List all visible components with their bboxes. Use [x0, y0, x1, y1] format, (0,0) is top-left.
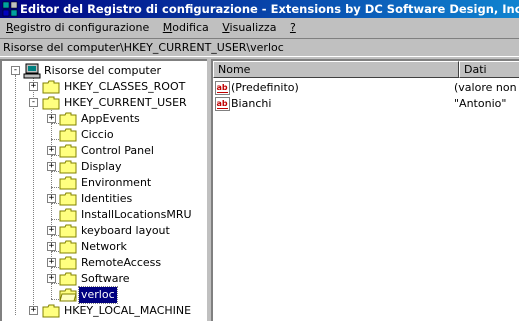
- menu-modifica[interactable]: Modifica: [157, 18, 213, 38]
- open-folder-icon: [59, 288, 77, 302]
- collapse-toggle[interactable]: -: [29, 98, 38, 107]
- value-row[interactable]: ab (Predefinito) (valore non impostato): [213, 80, 519, 96]
- folder-icon: [59, 240, 77, 254]
- registry-editor-icon: [2, 1, 18, 17]
- tree-item-label: AppEvents: [81, 112, 140, 125]
- value-row[interactable]: ab Bianchi "Antonio": [213, 96, 519, 112]
- expand-toggle[interactable]: +: [47, 162, 56, 171]
- tree-item-hkey-local-machine[interactable]: + HKEY_LOCAL_MACHINE: [2, 303, 202, 319]
- collapse-toggle[interactable]: -: [11, 66, 20, 75]
- tree-item-software[interactable]: + Software: [2, 271, 202, 287]
- tree-item-hkey-current-user[interactable]: - HKEY_CURRENT_USER: [2, 95, 202, 111]
- folder-icon: [59, 272, 77, 286]
- tree-item-environment[interactable]: Environment: [2, 175, 202, 191]
- folder-icon: [42, 304, 60, 318]
- expand-toggle[interactable]: +: [47, 146, 56, 155]
- key-tree-pane[interactable]: - Risorse del computer + HKEY_CLASSES_RO…: [0, 59, 207, 321]
- tree-item-hkey-classes-root[interactable]: + HKEY_CLASSES_ROOT: [2, 79, 202, 95]
- column-header-dati[interactable]: Dati: [459, 61, 519, 78]
- tree-item-label: HKEY_CURRENT_USER: [64, 96, 187, 109]
- folder-icon: [42, 80, 60, 94]
- tree-item-label: HKEY_CLASSES_ROOT: [64, 80, 186, 93]
- value-name: Bianchi: [231, 97, 272, 110]
- expand-toggle[interactable]: +: [47, 258, 56, 267]
- folder-icon: [59, 192, 77, 206]
- tree-item-label: keyboard layout: [81, 224, 170, 237]
- menu-visualizza-label: isualizza: [229, 21, 277, 34]
- expand-toggle[interactable]: +: [47, 194, 56, 203]
- expand-toggle[interactable]: +: [29, 82, 38, 91]
- window-title: Editor del Registro di configurazione - …: [20, 2, 519, 16]
- tree-item-installlocationsmru[interactable]: InstallLocationsMRU: [2, 207, 202, 223]
- menu-visualizza[interactable]: Visualizza: [216, 18, 280, 38]
- menu-registro[interactable]: Registro di configurazione: [0, 18, 153, 38]
- tree-item-remoteaccess[interactable]: + RemoteAccess: [2, 255, 202, 271]
- tree-item-label: Display: [81, 160, 122, 173]
- tree-item-label: HKEY_LOCAL_MACHINE: [64, 304, 192, 317]
- tree-item-control-panel[interactable]: + Control Panel: [2, 143, 202, 159]
- svg-text:ab: ab: [217, 83, 228, 92]
- tree-item-label: Ciccio: [81, 128, 114, 141]
- expand-toggle[interactable]: +: [47, 242, 56, 251]
- tree-item-label: verloc: [78, 286, 118, 304]
- value-data: (valore non impostato): [454, 81, 519, 94]
- menu-help-accel: ?: [289, 21, 296, 34]
- string-value-icon: ab: [215, 81, 230, 95]
- values-list-pane[interactable]: Nome Dati ab (Predefinito) (valore non i…: [211, 59, 519, 321]
- tree-item-keyboard-layout[interactable]: + keyboard layout: [2, 223, 202, 239]
- expand-toggle[interactable]: +: [47, 226, 56, 235]
- menu-modifica-label: odifica: [172, 21, 209, 34]
- expand-toggle[interactable]: +: [47, 274, 56, 283]
- tree-item-label: Network: [81, 240, 127, 253]
- tree-item-network[interactable]: + Network: [2, 239, 202, 255]
- menu-bar: Registro di configurazione Modifica Visu…: [0, 18, 519, 38]
- tree-item-identities[interactable]: + Identities: [2, 191, 202, 207]
- tree-item-verloc[interactable]: verloc: [2, 286, 202, 304]
- menu-visualizza-accel: V: [222, 21, 230, 34]
- menu-help[interactable]: ?: [284, 18, 300, 38]
- tree-item-label: RemoteAccess: [81, 256, 162, 269]
- folder-icon: [59, 160, 77, 174]
- tree-item-ciccio[interactable]: Ciccio: [2, 127, 202, 143]
- column-header-nome[interactable]: Nome: [213, 61, 459, 78]
- svg-text:ab: ab: [217, 99, 228, 108]
- title-bar[interactable]: Editor del Registro di configurazione - …: [0, 0, 519, 18]
- string-value-icon: ab: [215, 97, 230, 111]
- folder-icon: [59, 144, 77, 158]
- tree-item-label: Risorse del computer: [44, 64, 162, 77]
- folder-icon: [59, 112, 77, 126]
- folder-icon: [59, 176, 77, 190]
- tree-item-label: Identities: [81, 192, 133, 205]
- tree-item-root[interactable]: - Risorse del computer: [2, 63, 202, 79]
- tree-item-label: Control Panel: [81, 144, 154, 157]
- expand-toggle[interactable]: +: [47, 114, 56, 123]
- value-name: (Predefinito): [231, 81, 299, 94]
- folder-icon: [59, 208, 77, 222]
- computer-icon: [23, 63, 41, 79]
- open-folder-icon: [42, 96, 60, 110]
- menu-modifica-accel: M: [162, 21, 173, 34]
- tree-item-label: Environment: [81, 176, 152, 189]
- tree-item-appevents[interactable]: + AppEvents: [2, 111, 202, 127]
- tree-item-display[interactable]: + Display: [2, 159, 202, 175]
- address-bar: Risorse del computer\HKEY_CURRENT_USER\v…: [0, 38, 519, 57]
- value-data: "Antonio": [454, 97, 507, 110]
- expand-toggle[interactable]: +: [29, 306, 38, 315]
- folder-icon: [59, 224, 77, 238]
- folder-icon: [59, 256, 77, 270]
- folder-icon: [59, 128, 77, 142]
- address-path: Risorse del computer\HKEY_CURRENT_USER\v…: [3, 41, 284, 54]
- menu-registro-label: egistro di configurazione: [13, 21, 150, 34]
- tree-item-label: Software: [81, 272, 130, 285]
- tree-item-label: InstallLocationsMRU: [81, 208, 192, 221]
